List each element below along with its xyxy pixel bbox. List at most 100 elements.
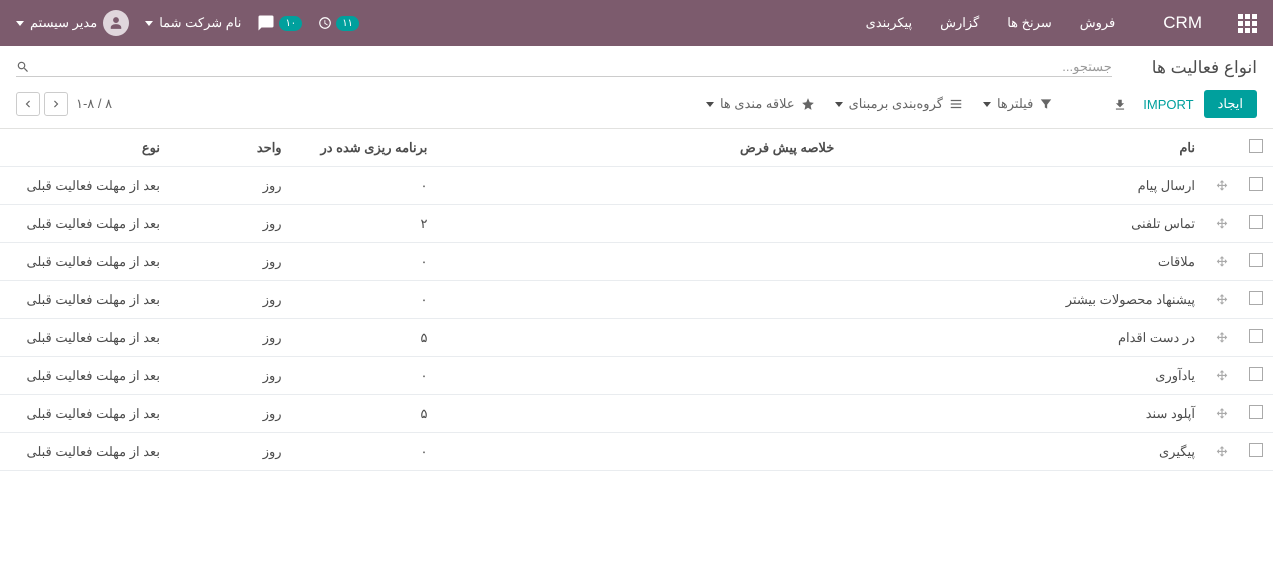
row-checkbox[interactable] <box>1249 291 1263 305</box>
search-input[interactable] <box>38 59 1112 74</box>
app-name[interactable]: CRM <box>1163 13 1202 33</box>
chevron-down-icon <box>835 102 843 107</box>
create-button[interactable]: ایجاد <box>1204 90 1257 118</box>
cp-pager-section: ۸ / ۱-۸ <box>16 92 112 116</box>
filters-label: فیلترها <box>997 96 1033 112</box>
row-checkbox[interactable] <box>1249 367 1263 381</box>
table-header-row: نام خلاصه پیش فرض برنامه ریزی شده در واح… <box>0 129 1273 167</box>
cell-name: آپلود سند <box>844 395 1205 433</box>
pager-nav <box>16 92 68 116</box>
menu-sales[interactable]: فروش <box>1076 15 1120 31</box>
cell-unit: روز <box>170 243 292 281</box>
table-row[interactable]: در دست اقدام۵روزبعد از مهلت فعالیت قبلی <box>0 319 1273 357</box>
table-row[interactable]: آپلود سند۵روزبعد از مهلت فعالیت قبلی <box>0 395 1273 433</box>
drag-handle-icon[interactable] <box>1215 369 1229 383</box>
user-name: مدیر سیستم <box>30 15 97 31</box>
drag-handle-icon[interactable] <box>1215 255 1229 269</box>
col-type[interactable]: نوع <box>0 129 170 167</box>
company-menu[interactable]: نام شرکت شما <box>145 15 241 31</box>
user-icon <box>109 16 123 30</box>
col-planned[interactable]: برنامه ریزی شده در <box>292 129 438 167</box>
activity-badge: ۱۱ <box>336 16 359 31</box>
row-checkbox[interactable] <box>1249 177 1263 191</box>
cell-summary <box>437 357 844 395</box>
cell-name: یادآوری <box>844 357 1205 395</box>
cell-unit: روز <box>170 205 292 243</box>
table-row[interactable]: ملاقات۰روزبعد از مهلت فعالیت قبلی <box>0 243 1273 281</box>
drag-handle-icon[interactable] <box>1215 217 1229 231</box>
user-menu[interactable]: مدیر سیستم <box>16 10 129 36</box>
messaging-indicator[interactable]: ۱۰ <box>257 14 302 32</box>
messaging-badge: ۱۰ <box>279 16 302 31</box>
clock-icon <box>318 16 332 30</box>
cell-unit: روز <box>170 433 292 471</box>
col-unit[interactable]: واحد <box>170 129 292 167</box>
cell-unit: روز <box>170 357 292 395</box>
table-row[interactable]: تماس تلفنی۲روزبعد از مهلت فعالیت قبلی <box>0 205 1273 243</box>
menu-config[interactable]: پیکربندی <box>862 15 916 31</box>
col-name[interactable]: نام <box>844 129 1205 167</box>
row-checkbox[interactable] <box>1249 253 1263 267</box>
favorites-label: علاقه مندی ها <box>720 96 795 112</box>
company-name: نام شرکت شما <box>159 15 241 31</box>
search-icon[interactable] <box>16 59 30 75</box>
cell-name: ارسال پیام <box>844 167 1205 205</box>
download-icon[interactable] <box>1113 96 1127 112</box>
topbar-main: CRM فروش سرنخ ها گزارش پیکربندی <box>862 13 1257 33</box>
import-button[interactable]: IMPORT <box>1133 91 1203 118</box>
table-row[interactable]: پیشنهاد محصولات بیشتر۰روزبعد از مهلت فعا… <box>0 281 1273 319</box>
chevron-right-icon <box>49 97 63 111</box>
star-icon <box>801 97 815 111</box>
row-checkbox[interactable] <box>1249 405 1263 419</box>
apps-icon[interactable] <box>1238 14 1257 33</box>
table-row[interactable]: پیگیری۰روزبعد از مهلت فعالیت قبلی <box>0 433 1273 471</box>
search-options: فیلترها گروه‌بندی برمبنای علاقه مندی ها <box>112 96 1053 112</box>
cell-type: بعد از مهلت فعالیت قبلی <box>0 281 170 319</box>
col-summary[interactable]: خلاصه پیش فرض <box>437 129 844 167</box>
cell-type: بعد از مهلت فعالیت قبلی <box>0 167 170 205</box>
cell-name: در دست اقدام <box>844 319 1205 357</box>
searchbox <box>16 59 1112 78</box>
menu-reports[interactable]: گزارش <box>936 15 983 31</box>
cell-type: بعد از مهلت فعالیت قبلی <box>0 319 170 357</box>
select-all-checkbox[interactable] <box>1249 139 1263 153</box>
topbar-systray: ۱۱ ۱۰ نام شرکت شما مدیر سیستم <box>16 10 359 36</box>
table-row[interactable]: ارسال پیام۰روزبعد از مهلت فعالیت قبلی <box>0 167 1273 205</box>
drag-handle-icon[interactable] <box>1215 179 1229 193</box>
activity-types-table: نام خلاصه پیش فرض برنامه ریزی شده در واح… <box>0 129 1273 471</box>
breadcrumb: انواع فعالیت ها <box>1152 58 1257 78</box>
groupby-dropdown[interactable]: گروه‌بندی برمبنای <box>835 96 963 112</box>
filters-dropdown[interactable]: فیلترها <box>983 96 1053 112</box>
groupby-icon <box>949 97 963 111</box>
cell-summary <box>437 395 844 433</box>
row-checkbox[interactable] <box>1249 215 1263 229</box>
pager-next[interactable] <box>16 92 40 116</box>
drag-handle-icon[interactable] <box>1215 445 1229 459</box>
cell-unit: روز <box>170 395 292 433</box>
cell-summary <box>437 319 844 357</box>
cell-planned: ۰ <box>292 281 438 319</box>
row-checkbox[interactable] <box>1249 329 1263 343</box>
cell-summary <box>437 433 844 471</box>
cell-unit: روز <box>170 281 292 319</box>
pager-value[interactable]: ۸ / ۱-۸ <box>76 96 112 112</box>
groupby-label: گروه‌بندی برمبنای <box>849 96 943 112</box>
activity-indicator[interactable]: ۱۱ <box>318 16 359 31</box>
drag-handle-icon[interactable] <box>1215 293 1229 307</box>
cell-type: بعد از مهلت فعالیت قبلی <box>0 357 170 395</box>
favorites-dropdown[interactable]: علاقه مندی ها <box>706 96 815 112</box>
menu-leads[interactable]: سرنخ ها <box>1003 15 1056 31</box>
cell-unit: روز <box>170 319 292 357</box>
cell-planned: ۰ <box>292 357 438 395</box>
row-checkbox[interactable] <box>1249 443 1263 457</box>
cp-top-row: انواع فعالیت ها <box>16 58 1257 78</box>
cell-summary <box>437 167 844 205</box>
cp-bottom-row: ایجاد IMPORT فیلترها گروه‌بندی برمبنای ع… <box>16 90 1257 128</box>
pager-prev[interactable] <box>44 92 68 116</box>
drag-handle-icon[interactable] <box>1215 407 1229 421</box>
cell-summary <box>437 281 844 319</box>
filter-icon <box>1039 97 1053 111</box>
drag-handle-icon[interactable] <box>1215 331 1229 345</box>
chevron-down-icon <box>145 21 153 26</box>
table-row[interactable]: یادآوری ۰روزبعد از مهلت فعالیت قبلی <box>0 357 1273 395</box>
